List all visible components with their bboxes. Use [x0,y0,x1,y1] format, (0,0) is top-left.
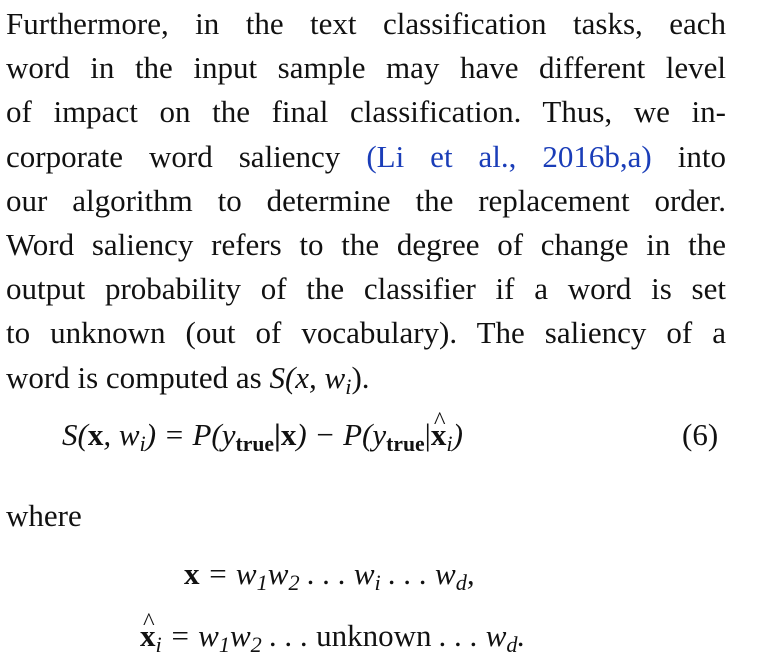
eq-part: . . . w [380,556,456,591]
eq-unknown-token: unknown [316,618,432,653]
text-span: word is computed as [6,359,262,395]
eq-part: ) − P(y [296,417,387,452]
text-line: output probability of the classifier if … [6,271,726,307]
math-text: S(x, w [269,359,346,395]
eq-part: . . . w [431,618,507,653]
eq-subscript: 1 [256,570,268,596]
eq-part: w [267,556,289,591]
text-line: to unknown (out of vocabulary). The sali… [6,315,726,351]
text-line-with-citation: corporate word saliency (Li et al., 2016… [6,135,726,179]
eq-subscript: d [506,632,518,658]
eq-part: ) [452,417,463,452]
eq-part: . [517,618,526,653]
text-span: into [677,138,726,174]
eq-subscript: 2 [250,632,262,658]
eq-part: ) = P(y [145,417,236,452]
equation-xhat-definition: xi = w1w2 . . . unknown . . . wd. [140,601,526,658]
eq-part: = w [199,556,257,591]
eq-part: . . . w [299,556,375,591]
text-line: our algorithm to determine the replaceme… [6,182,726,218]
eq-part: S( [62,417,88,452]
eq-bold-x: x [87,417,104,452]
paper-page: Furthermore, in the text classification … [0,0,776,668]
eq-part: . . . [261,618,317,653]
text-line: Word saliency refers to the degree of ch… [6,226,726,262]
eq-subscript-true: true [386,432,425,457]
inline-math-S: S(x, wi [269,359,351,398]
eq-subscript: d [455,570,467,596]
eq-part: w [229,618,251,653]
eq-subscript-true: true [235,432,275,457]
eq-bold-xhat: x [140,601,156,658]
eq-bold-xhat: x [431,399,447,458]
text-line: Furthermore, in the text classification … [6,6,726,41]
equation-6: S(x, wi) = P(ytrue|x) − P(ytrue|xi) [62,399,463,458]
text-span: corporate word saliency [6,138,341,174]
eq-part: |x [274,417,297,452]
eq-part: , w [103,417,140,452]
eq-part: = w [161,618,219,653]
where-label: where [6,498,82,533]
text-line: of impact on the final classification. T… [6,94,726,130]
eq-part: , [466,556,475,591]
math-text: ). [351,359,370,395]
equation-number: (6) [682,417,719,452]
eq-bold-x: x [184,556,200,591]
text-line-with-math: word is computed as S(x, wi). [6,356,726,400]
eq-subscript: 2 [288,570,300,596]
equation-x-definition: x = w1w2 . . . wi . . . wd, [184,552,475,596]
body-paragraph: Furthermore, in the text classification … [6,2,726,400]
text-line: word in the input sample may have differ… [6,50,726,86]
citation-link[interactable]: (Li et al., 2016b,a) [366,139,651,174]
eq-subscript: 1 [218,632,230,658]
